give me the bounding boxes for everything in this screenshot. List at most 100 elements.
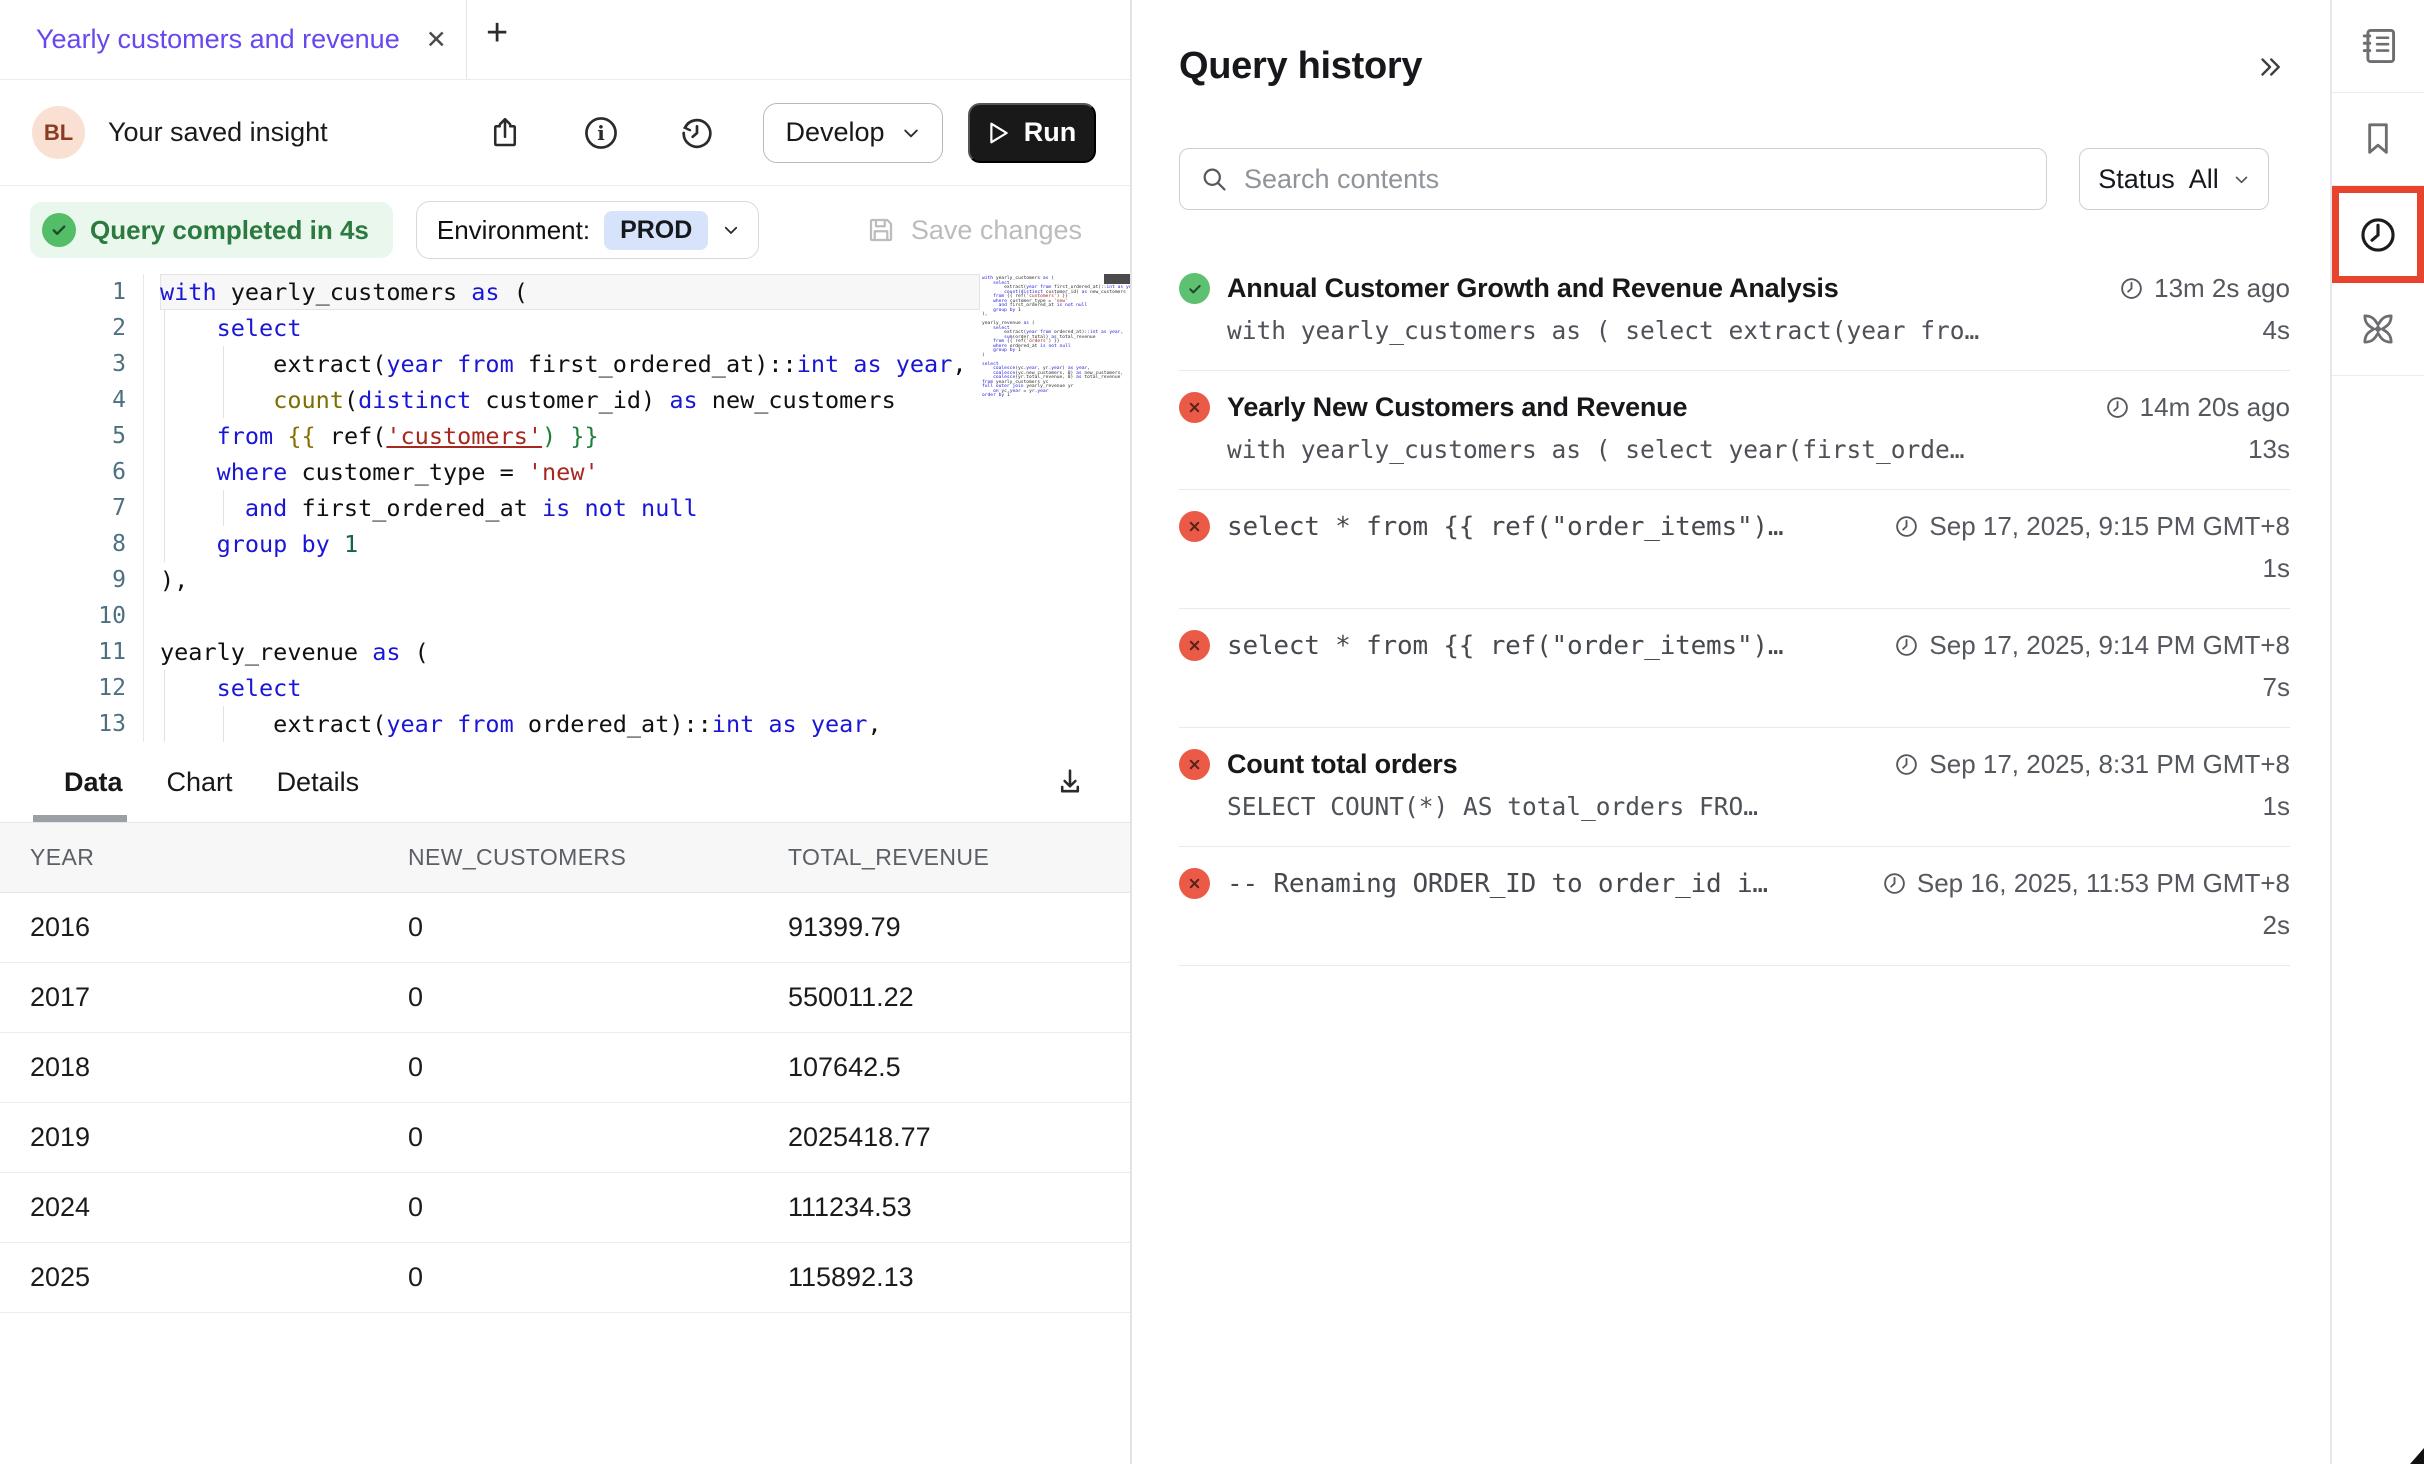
status-icon <box>1179 511 1210 542</box>
clock-icon <box>1882 871 1907 896</box>
table-row[interactable]: 20170550011.22 <box>0 963 1130 1033</box>
download-results-icon[interactable] <box>1050 762 1090 802</box>
table-row[interactable]: 2016091399.79 <box>0 893 1130 963</box>
query-status-text: Query completed in 4s <box>90 215 369 246</box>
tab-details[interactable]: Details <box>277 767 360 798</box>
table-row[interactable]: 20180107642.5 <box>0 1033 1130 1103</box>
status-icon <box>1179 273 1210 304</box>
app-window: Yearly customers and revenue ✕ + BL Your… <box>0 0 2424 1464</box>
query-title: Count total orders <box>1227 749 1457 780</box>
tab-data[interactable]: Data <box>64 767 123 798</box>
info-icon[interactable]: i <box>581 113 621 153</box>
query-title: select * from {{ ref("order_items")… <box>1227 512 1783 542</box>
query-duration: 13s <box>2248 434 2290 465</box>
table-row[interactable]: 20240111234.53 <box>0 1173 1130 1243</box>
share-icon[interactable] <box>485 113 525 153</box>
run-button[interactable]: Run <box>968 103 1096 163</box>
tab-divider <box>466 0 467 79</box>
tab-yearly-customers-and-revenue[interactable]: Yearly customers and revenue ✕ <box>0 0 447 79</box>
query-title: -- Renaming ORDER_ID to order_id i… <box>1227 869 1768 899</box>
tab-title: Yearly customers and revenue <box>36 24 400 55</box>
version-history-icon[interactable] <box>677 113 717 153</box>
environment-selector[interactable]: Environment: PROD <box>416 201 759 259</box>
header-actions: i Develop Run <box>485 103 1096 163</box>
query-timestamp: Sep 17, 2025, 9:15 PM GMT+8 <box>1874 511 2290 542</box>
develop-label: Develop <box>785 117 884 148</box>
close-tab-icon[interactable]: ✕ <box>426 25 447 55</box>
query-duration: 2s <box>2263 910 2290 941</box>
query-history-controls: Status All <box>1179 148 2290 210</box>
results-table: YEAR NEW_CUSTOMERS TOTAL_REVENUE 2016091… <box>0 822 1130 1313</box>
svg-text:i: i <box>597 120 605 144</box>
clock-icon <box>1894 514 1919 539</box>
query-timestamp: 13m 2s ago <box>2099 273 2290 304</box>
dbt-icon[interactable] <box>2332 283 2424 376</box>
tab-bar: Yearly customers and revenue ✕ + <box>0 0 1130 80</box>
query-timestamp: 14m 20s ago <box>2085 392 2290 423</box>
tab-chart[interactable]: Chart <box>167 767 233 798</box>
chevron-down-icon <box>2233 171 2250 188</box>
search-box[interactable] <box>1179 148 2047 210</box>
result-tabs: Data Chart Details <box>0 742 1130 822</box>
query-history-item[interactable]: select * from {{ ref("order_items")… Sep… <box>1179 609 2290 728</box>
save-changes-button[interactable]: Save changes <box>866 215 1082 246</box>
table-row[interactable]: 201902025418.77 <box>0 1103 1130 1173</box>
chevron-down-icon <box>901 123 921 143</box>
query-duration: 4s <box>2263 315 2290 346</box>
query-timestamp: Sep 17, 2025, 9:14 PM GMT+8 <box>1874 630 2290 661</box>
query-duration: 1s <box>2263 553 2290 584</box>
column-header-year[interactable]: YEAR <box>0 823 378 893</box>
clock-history-icon <box>2357 214 2399 256</box>
right-icon-rail <box>2330 0 2424 1464</box>
insight-title: Your saved insight <box>108 117 328 148</box>
query-title: Yearly New Customers and Revenue <box>1227 392 1687 423</box>
query-history-item[interactable]: Count total orders Sep 17, 2025, 8:31 PM… <box>1179 728 2290 847</box>
status-filter-label: Status <box>2098 164 2175 195</box>
develop-button[interactable]: Develop <box>763 103 943 163</box>
column-header-total-revenue[interactable]: TOTAL_REVENUE <box>758 823 1130 893</box>
clock-icon <box>2119 276 2144 301</box>
column-header-new-customers[interactable]: NEW_CUSTOMERS <box>378 823 758 893</box>
query-history-list: Annual Customer Growth and Revenue Analy… <box>1179 252 2290 966</box>
sql-editor[interactable]: 12345678910111213 with yearly_customers … <box>0 274 1130 742</box>
run-label: Run <box>1024 117 1076 148</box>
query-history-item[interactable]: Yearly New Customers and Revenue 14m 20s… <box>1179 371 2290 490</box>
editor-minimap[interactable]: with yearly_customers as ( select extrac… <box>982 277 1102 399</box>
bookmark-icon[interactable] <box>2332 93 2424 186</box>
line-numbers: 12345678910111213 <box>0 274 126 742</box>
chevron-down-icon <box>722 221 740 239</box>
status-filter-dropdown[interactable]: Status All <box>2079 148 2269 210</box>
query-history-item[interactable]: Annual Customer Growth and Revenue Analy… <box>1179 252 2290 371</box>
query-timestamp: Sep 16, 2025, 11:53 PM GMT+8 <box>1862 868 2290 899</box>
success-check-icon <box>42 213 76 247</box>
table-row[interactable]: 20250115892.13 <box>0 1243 1130 1313</box>
code-area[interactable]: with yearly_customers as ( select extrac… <box>143 274 980 742</box>
query-duration: 7s <box>2263 672 2290 703</box>
query-status-pill: Query completed in 4s <box>30 202 393 258</box>
query-history-item[interactable]: select * from {{ ref("order_items")… Sep… <box>1179 490 2290 609</box>
query-workspace-panel: Yearly customers and revenue ✕ + BL Your… <box>0 0 1132 1464</box>
new-tab-button[interactable]: + <box>486 14 508 52</box>
query-history-item[interactable]: -- Renaming ORDER_ID to order_id i… Sep … <box>1179 847 2290 966</box>
query-snippet: with yearly_customers as ( select extrac… <box>1227 316 1979 345</box>
clock-icon <box>1894 633 1919 658</box>
editor-scrollbar-thumb[interactable] <box>1104 274 1130 284</box>
insight-header: BL Your saved insight i Develop <box>0 80 1130 186</box>
play-icon <box>988 121 1010 145</box>
query-history-icon-active[interactable] <box>2332 186 2424 283</box>
results-header-row: YEAR NEW_CUSTOMERS TOTAL_REVENUE <box>0 823 1130 893</box>
clock-icon <box>2105 395 2130 420</box>
query-title: Annual Customer Growth and Revenue Analy… <box>1227 273 1839 304</box>
status-icon <box>1179 749 1210 780</box>
query-history-header: Query history <box>1179 45 2290 88</box>
clock-icon <box>1894 752 1919 777</box>
search-icon <box>1200 165 1228 193</box>
collapse-panel-icon[interactable] <box>2250 47 2290 87</box>
query-snippet: SELECT COUNT(*) AS total_orders FRO… <box>1227 792 1758 821</box>
environment-value-badge: PROD <box>604 211 708 250</box>
status-icon <box>1179 868 1210 899</box>
save-changes-label: Save changes <box>911 215 1082 246</box>
notebook-icon[interactable] <box>2332 0 2424 93</box>
search-input[interactable] <box>1244 164 2026 195</box>
status-icon <box>1179 392 1210 423</box>
